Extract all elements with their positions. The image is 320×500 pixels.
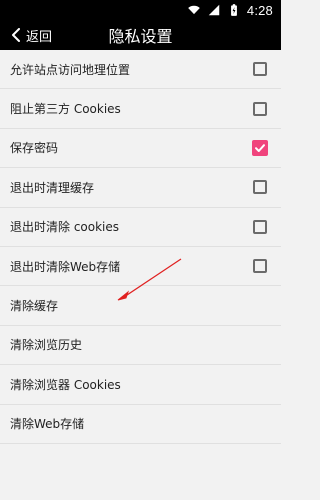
action-label: 清除浏览器 Cookies — [10, 377, 121, 392]
setting-label: 允许站点访问地理位置 — [10, 62, 131, 77]
setting-row-save-password[interactable]: 保存密码 — [0, 129, 281, 169]
setting-label: 阻止第三方 Cookies — [10, 102, 121, 117]
save-password-checkbox[interactable] — [252, 139, 268, 156]
app-bar: 返回 隐私设置 — [0, 20, 281, 50]
clear-web-storage-on-exit-checkbox[interactable] — [253, 259, 267, 274]
settings-list: 允许站点访问地理位置 阻止第三方 Cookies 保存密码 退出时清理缓存 退出… — [0, 50, 281, 444]
back-label: 返回 — [26, 29, 53, 45]
clear-cookies-on-exit-checkbox[interactable] — [253, 219, 267, 234]
action-label: 清除缓存 — [10, 299, 59, 314]
status-bar: 4:28 — [0, 0, 281, 20]
block-third-party-cookies-checkbox[interactable] — [253, 101, 267, 116]
signal-icon — [208, 4, 220, 16]
back-button[interactable]: 返回 — [10, 20, 52, 50]
setting-row-clear-cookies-on-exit[interactable]: 退出时清除 cookies — [0, 208, 281, 247]
setting-label: 退出时清理缓存 — [10, 180, 95, 195]
chevron-left-icon — [12, 28, 20, 42]
action-row-clear-web-storage[interactable]: 清除Web存储 — [0, 405, 281, 444]
action-label: 清除Web存储 — [10, 417, 85, 432]
action-label: 清除浏览历史 — [10, 338, 83, 353]
check-icon — [255, 144, 265, 152]
status-time: 4:28 — [246, 2, 273, 18]
clear-cache-on-exit-checkbox[interactable] — [253, 180, 267, 195]
action-row-clear-history[interactable]: 清除浏览历史 — [0, 326, 281, 366]
status-icons: 4:28 — [187, 3, 273, 18]
setting-label: 退出时清除 cookies — [10, 220, 120, 235]
setting-label: 退出时清除Web存储 — [10, 259, 121, 274]
setting-row-location[interactable]: 允许站点访问地理位置 — [0, 50, 281, 90]
setting-row-block-third-party-cookies[interactable]: 阻止第三方 Cookies — [0, 89, 281, 129]
action-row-clear-browser-cookies[interactable]: 清除浏览器 Cookies — [0, 365, 281, 405]
battery-icon — [230, 4, 237, 16]
location-checkbox[interactable] — [253, 62, 267, 77]
setting-label: 保存密码 — [10, 141, 59, 156]
setting-row-clear-cache-on-exit[interactable]: 退出时清理缓存 — [0, 168, 281, 208]
wifi-icon — [188, 5, 200, 15]
action-row-clear-cache[interactable]: 清除缓存 — [0, 286, 281, 326]
setting-row-clear-web-storage-on-exit[interactable]: 退出时清除Web存储 — [0, 247, 281, 287]
